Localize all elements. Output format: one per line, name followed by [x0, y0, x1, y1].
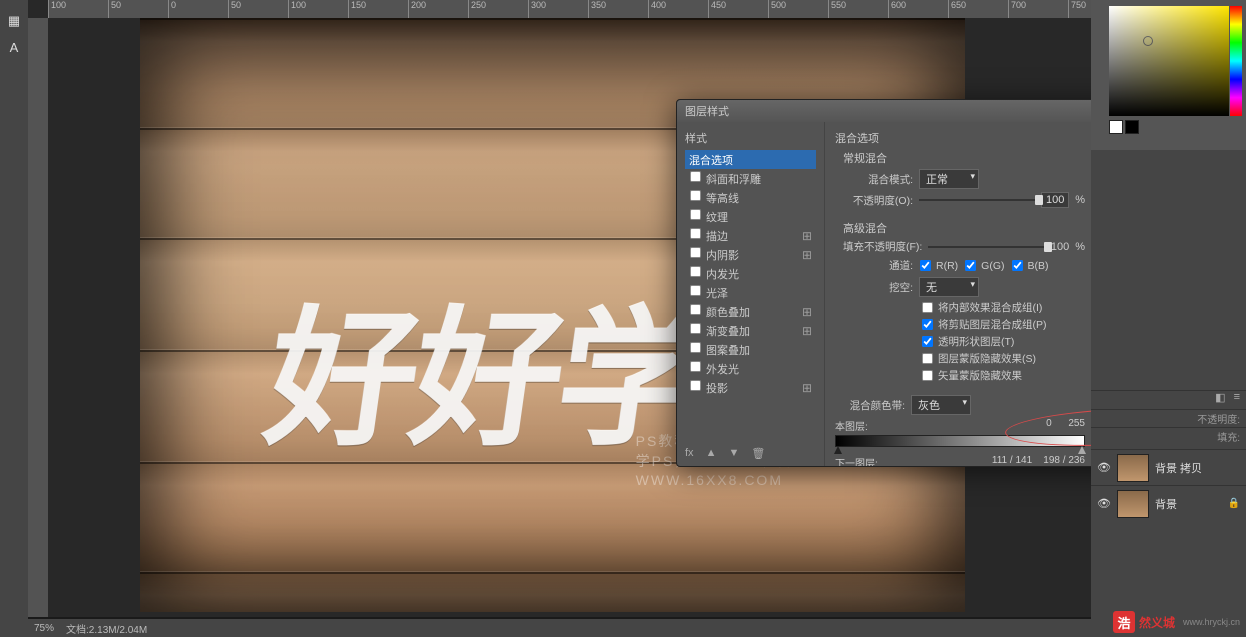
- opacity-value[interactable]: 100: [1041, 192, 1069, 208]
- color-panel[interactable]: [1091, 0, 1246, 150]
- swatch-black[interactable]: [1125, 120, 1139, 134]
- fill-opacity-label: 填充不透明度(F):: [843, 239, 922, 254]
- style-satin[interactable]: 光泽: [685, 283, 816, 302]
- under-layer-label: 下一图层:: [835, 455, 878, 466]
- this-layer-label: 本图层:: [835, 418, 868, 433]
- channels-label: 通道:: [843, 258, 913, 273]
- fx-row: fx ▲ ▼ 🗑: [685, 447, 765, 460]
- dialog-options: 混合选项 常规混合 混合模式: 正常 不透明度(O): 100 % 高级混合 填…: [825, 122, 1095, 466]
- layer-name: 背景: [1155, 496, 1177, 512]
- channel-b[interactable]: [1011, 260, 1022, 271]
- vector-mask-hide-cb[interactable]: [922, 370, 933, 381]
- blendif-label: 混合颜色带:: [835, 398, 905, 413]
- opacity-label: 不透明度(O):: [843, 193, 913, 208]
- plus-icon[interactable]: ⊞: [802, 305, 812, 319]
- style-list: 样式 混合选项 斜面和浮雕 等高线 纹理 描边⊞ 内阴影⊞ 内发光 光泽 颜色叠…: [677, 122, 825, 466]
- right-panels: 思缘设计论坛 WWW.MISSYUAN.COM ◧ ≡ 不透明度: 填充: 👁 …: [1091, 0, 1246, 637]
- fill-slider[interactable]: [928, 246, 1045, 248]
- doc-size: 文档:2.13M/2.04M: [66, 621, 147, 636]
- dialog-title-text: 图层样式: [685, 103, 729, 119]
- lock-icon: 🔒: [1228, 498, 1240, 509]
- blend-mode-label: 混合模式:: [843, 172, 913, 187]
- plus-icon[interactable]: ⊞: [802, 229, 812, 243]
- knockout-label: 挖空:: [843, 280, 913, 295]
- layer-row[interactable]: 👁 背景 拷贝: [1091, 449, 1246, 485]
- text-tool[interactable]: A: [3, 36, 25, 58]
- fx-icon[interactable]: fx: [685, 447, 694, 460]
- style-inner-shadow[interactable]: 内阴影⊞: [685, 245, 816, 264]
- blend-interior-cb[interactable]: [922, 302, 933, 313]
- color-cursor-icon: [1143, 36, 1153, 46]
- style-pattern-overlay[interactable]: 图案叠加: [685, 340, 816, 359]
- swatch-white[interactable]: [1109, 120, 1123, 134]
- plus-icon[interactable]: ⊞: [802, 324, 812, 338]
- zoom-level[interactable]: 75%: [34, 623, 54, 634]
- up-icon[interactable]: ▲: [706, 447, 717, 460]
- section-title: 混合选项: [835, 130, 1085, 146]
- rect-marquee-tool[interactable]: ▦: [3, 10, 25, 32]
- style-blend-options[interactable]: 混合选项: [685, 150, 816, 169]
- status-bar: 75% 文档:2.13M/2.04M: [28, 619, 1091, 637]
- blend-clip-cb[interactable]: [922, 319, 933, 330]
- layer-row[interactable]: 👁 背景 🔒: [1091, 485, 1246, 521]
- color-field[interactable]: [1109, 6, 1229, 116]
- panel-menu-icon[interactable]: ≡: [1234, 391, 1240, 409]
- eye-icon[interactable]: 👁: [1097, 461, 1111, 475]
- channel-r[interactable]: [920, 260, 931, 271]
- channel-g[interactable]: [965, 260, 976, 271]
- hue-slider[interactable]: [1230, 6, 1242, 116]
- wm-logo: 浩: [1113, 611, 1135, 633]
- eye-icon[interactable]: 👁: [1097, 497, 1111, 511]
- layer-mask-hide-cb[interactable]: [922, 353, 933, 364]
- layers-panel: ◧ ≡ 不透明度: 填充: 👁 背景 拷贝 👁 背景 🔒: [1091, 390, 1246, 637]
- filter-icon[interactable]: ◧: [1215, 391, 1225, 409]
- wood-plank: [140, 462, 965, 572]
- style-inner-glow[interactable]: 内发光: [685, 264, 816, 283]
- this-layer-bar[interactable]: [835, 435, 1085, 447]
- trash-icon[interactable]: 🗑: [751, 447, 765, 460]
- ruler-top: 100 50 0 50 100 150 200 250 300 350 400 …: [48, 0, 1091, 18]
- style-bevel[interactable]: 斜面和浮雕: [685, 169, 816, 188]
- blend-mode-dropdown[interactable]: 正常: [919, 169, 979, 189]
- down-icon[interactable]: ▼: [728, 447, 739, 460]
- blendif-dropdown[interactable]: 灰色: [911, 395, 971, 415]
- general-blend-title: 常规混合: [843, 150, 1085, 166]
- style-texture[interactable]: 纹理: [685, 207, 816, 226]
- layer-thumb: [1117, 490, 1149, 518]
- plus-icon[interactable]: ⊞: [802, 248, 812, 262]
- style-outer-glow[interactable]: 外发光: [685, 359, 816, 378]
- style-gradient-overlay[interactable]: 渐变叠加⊞: [685, 321, 816, 340]
- fill-value: 100: [1051, 241, 1069, 253]
- layer-name: 背景 拷贝: [1155, 460, 1202, 476]
- style-drop-shadow[interactable]: 投影⊞: [685, 378, 816, 397]
- styles-header: 样式: [685, 130, 816, 146]
- advanced-blend-title: 高级混合: [843, 220, 1085, 236]
- plus-icon[interactable]: ⊞: [802, 381, 812, 395]
- style-color-overlay[interactable]: 颜色叠加⊞: [685, 302, 816, 321]
- wood-plank: [140, 572, 965, 612]
- style-contour[interactable]: 等高线: [685, 188, 816, 207]
- knockout-dropdown[interactable]: 无: [919, 277, 979, 297]
- style-stroke[interactable]: 描边⊞: [685, 226, 816, 245]
- layer-thumb: [1117, 454, 1149, 482]
- opacity-slider[interactable]: [919, 199, 1035, 201]
- bottom-watermark: 浩 然义城 www.hryckj.cn: [1113, 611, 1240, 633]
- ruler-left: [28, 18, 48, 617]
- transparent-shape-cb[interactable]: [922, 336, 933, 347]
